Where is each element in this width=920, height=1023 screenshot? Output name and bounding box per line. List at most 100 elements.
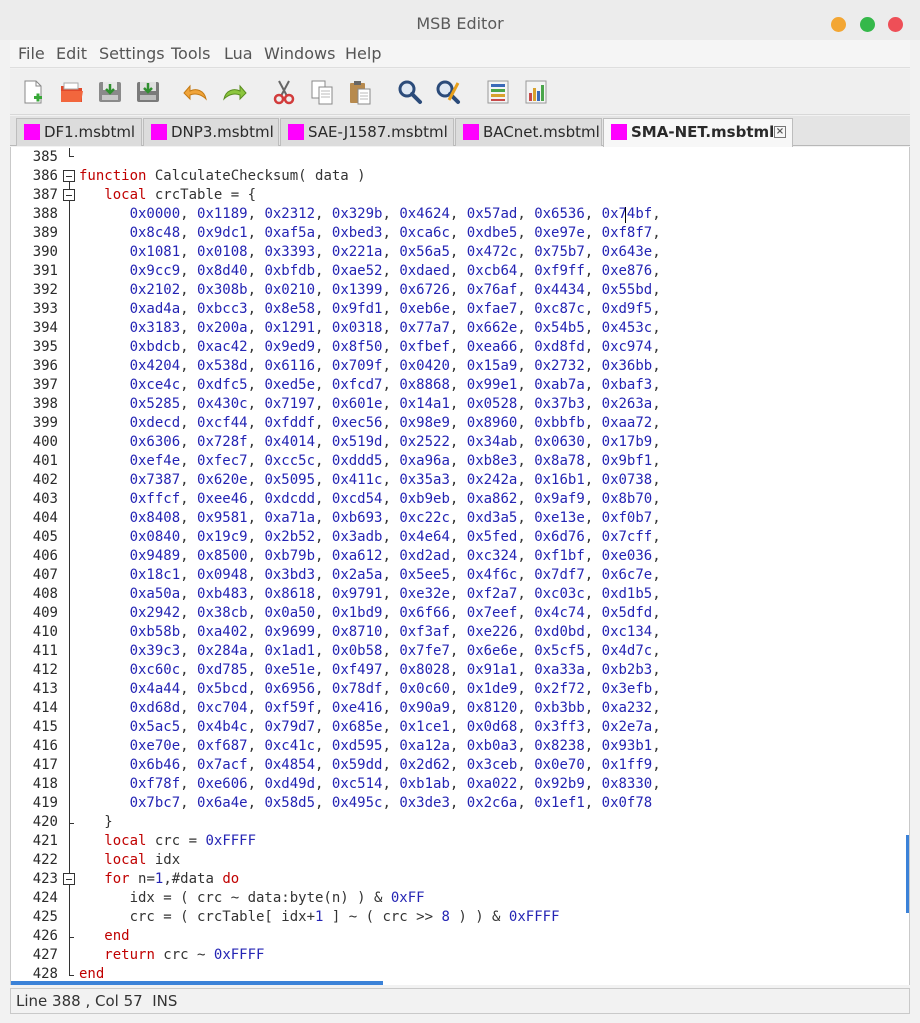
hex-value: 0xd2ad xyxy=(399,548,450,564)
hex-value: 0xdbe5 xyxy=(466,225,518,241)
hex-value: 0x6f66 xyxy=(399,605,450,621)
tab-df1[interactable]: DF1.msbtml xyxy=(16,118,142,146)
close-tab-icon[interactable]: × xyxy=(774,126,786,138)
line-number: 421 xyxy=(32,833,58,849)
code-text: ] ~ ( crc >> xyxy=(323,909,442,925)
hex-value: 0xe876 xyxy=(601,263,653,279)
hex-value: 0x472c xyxy=(466,244,518,260)
menu-file[interactable]: File xyxy=(18,44,45,63)
hex-value: 0x4a44 xyxy=(129,681,181,697)
line-number: 420 xyxy=(32,814,58,830)
hex-value: 0xfcd7 xyxy=(331,377,383,393)
hex-value: 0xc60c xyxy=(129,662,181,678)
line-number: 425 xyxy=(32,909,58,925)
menu-settings[interactable]: Settings xyxy=(99,44,165,63)
hex-value: 0x3393 xyxy=(264,244,316,260)
hex-value: 0x4204 xyxy=(129,358,181,374)
fold-toggle-icon[interactable] xyxy=(63,873,75,885)
tab-sae-j1587[interactable]: SAE-J1587.msbtml xyxy=(280,118,454,146)
hex-value: 0x17b9 xyxy=(601,434,653,450)
line-number: 415 xyxy=(32,719,58,735)
line-code: 0xf78f, 0xe606, 0xd49d, 0xc514, 0xb1ab, … xyxy=(129,776,670,792)
horizontal-scrollbar[interactable] xyxy=(11,981,383,985)
hex-value: 0xaa72 xyxy=(601,415,653,431)
hex-value: 0xb483 xyxy=(197,586,248,602)
hex-value: 0x4e64 xyxy=(399,529,450,545)
code-editor[interactable]: 385 386 function CalculateChecksum( data )… xyxy=(10,147,910,985)
cut-icon[interactable] xyxy=(270,78,298,106)
hex-value: 0x0630 xyxy=(534,434,585,450)
hex-value: 0x7cff xyxy=(601,529,653,545)
hex-value: 0x98e9 xyxy=(399,415,450,431)
hex-value: 0xb9eb xyxy=(399,491,450,507)
line-code: 0xef4e, 0xfec7, 0xcc5c, 0xddd5, 0xa96a, … xyxy=(129,453,670,469)
hex-value: 0xaf5a xyxy=(264,225,316,241)
hex-value: 0xcd54 xyxy=(331,491,383,507)
hex-value: 0x18c1 xyxy=(129,567,181,583)
hex-value: 0x8868 xyxy=(399,377,450,393)
hex-value: 0x9cc9 xyxy=(129,263,181,279)
tab-sma-net[interactable]: SMA-NET.msbtml × xyxy=(603,118,793,147)
code-line: 426 end xyxy=(11,927,909,946)
line-code: crc = ( crcTable[ idx+1 ] ~ ( crc >> 8 )… xyxy=(79,908,560,927)
undo-icon[interactable] xyxy=(182,78,210,106)
menu-help[interactable]: Help xyxy=(345,44,381,63)
hex-value: 0x4b4c xyxy=(197,719,248,735)
hex-value: 0xf9ff xyxy=(534,263,585,279)
minimize-button[interactable] xyxy=(831,17,846,32)
code-line: 425 crc = ( crcTable[ idx+1 ] ~ ( crc >>… xyxy=(11,908,909,927)
line-number: 390 xyxy=(32,244,58,260)
close-window-button[interactable] xyxy=(888,17,903,32)
code-text: idx xyxy=(146,852,181,868)
line-number: 387 xyxy=(32,187,58,203)
fold-toggle-icon[interactable] xyxy=(63,170,75,182)
menu-edit[interactable]: Edit xyxy=(56,44,87,63)
hex-value: 0x7387 xyxy=(129,472,181,488)
list-view-icon[interactable] xyxy=(484,78,512,106)
tab-bacnet[interactable]: BACnet.msbtml xyxy=(455,118,602,146)
menu-lua[interactable]: Lua xyxy=(224,44,253,63)
hex-value: 0xa96a xyxy=(399,453,450,469)
paste-icon[interactable] xyxy=(346,78,374,106)
hex-value: 0x37b3 xyxy=(534,396,585,412)
hex-value: 0x8238 xyxy=(534,738,585,754)
hex-value: 0x58d5 xyxy=(264,795,316,811)
search-icon[interactable] xyxy=(396,78,424,106)
hex-value: 0x7eef xyxy=(466,605,518,621)
find-replace-icon[interactable] xyxy=(434,78,462,106)
line-code: 0x5285, 0x430c, 0x7197, 0x601e, 0x14a1, … xyxy=(129,396,670,412)
hex-value: 0x2b52 xyxy=(264,529,316,545)
open-folder-icon[interactable] xyxy=(58,78,86,106)
text-caret xyxy=(625,207,626,223)
line-code: 0xe70e, 0xf687, 0xc41c, 0xd595, 0xa12a, … xyxy=(129,738,670,754)
maximize-button[interactable] xyxy=(860,17,875,32)
chart-icon[interactable] xyxy=(522,78,550,106)
hex-value: 0x2d62 xyxy=(399,757,450,773)
line-code: 0x8c48, 0x9dc1, 0xaf5a, 0xbed3, 0xca6c, … xyxy=(129,225,670,241)
hex-value: 0xf2a7 xyxy=(466,586,518,602)
code-line: 421 local crc = 0xFFFF xyxy=(11,832,909,851)
line-code: 0x0840, 0x19c9, 0x2b52, 0x3adb, 0x4e64, … xyxy=(129,529,670,545)
menu-tools[interactable]: Tools xyxy=(171,44,210,63)
hex-value: 0x4d7c xyxy=(601,643,653,659)
line-code: for n=1,#data do xyxy=(79,870,239,889)
hex-value: 0x16b1 xyxy=(534,472,585,488)
save-all-icon[interactable] xyxy=(134,78,162,106)
hex-value: 0xb693 xyxy=(331,510,383,526)
code-line: 427 return crc ~ 0xFFFF xyxy=(11,946,909,965)
fold-toggle-icon[interactable] xyxy=(63,189,75,201)
vertical-scrollbar[interactable] xyxy=(906,835,909,913)
tab-dnp3[interactable]: DNP3.msbtml xyxy=(143,118,279,146)
menu-windows[interactable]: Windows xyxy=(264,44,335,63)
hex-value: 0x9791 xyxy=(331,586,383,602)
redo-icon[interactable] xyxy=(220,78,248,106)
line-number: 422 xyxy=(32,852,58,868)
line-code: end xyxy=(79,927,129,946)
code-line: 385 xyxy=(11,148,909,167)
hex-value: 0x2e7a xyxy=(601,719,653,735)
copy-icon[interactable] xyxy=(308,78,336,106)
new-file-icon[interactable] xyxy=(20,78,48,106)
hex-value: 0xbbfb xyxy=(534,415,585,431)
save-icon[interactable] xyxy=(96,78,124,106)
